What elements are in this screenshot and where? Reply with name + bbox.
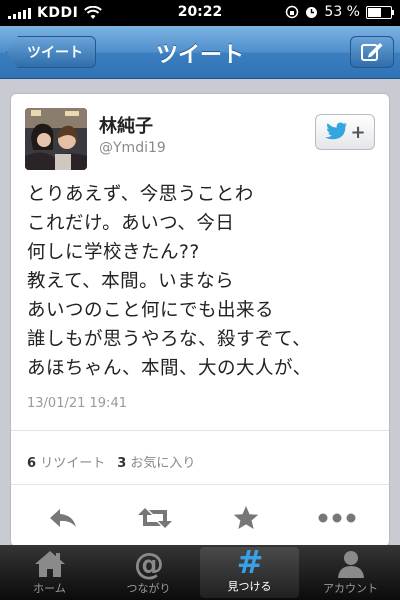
battery-percent: 53 % bbox=[324, 4, 360, 20]
tweet-line: 誰しもが思うやろな、殺すぞて、 bbox=[27, 329, 312, 350]
author-name[interactable]: 林純子 bbox=[99, 112, 153, 138]
divider bbox=[11, 430, 389, 431]
tweet-line: これだけ。あいつ、今日 bbox=[27, 213, 235, 234]
tab-connect[interactable]: @ つながり bbox=[99, 545, 198, 600]
battery-icon bbox=[366, 5, 394, 19]
tweet-card: 林純子 @Ymdi19 + とりあえず、今思うことわ これだけ。あいつ、今日 何… bbox=[10, 93, 390, 547]
back-button[interactable]: ツイート bbox=[6, 36, 96, 68]
author-handle[interactable]: @Ymdi19 bbox=[99, 140, 166, 156]
tweet-detail-area: 林純子 @Ymdi19 + とりあえず、今思うことわ これだけ。あいつ、今日 何… bbox=[0, 79, 400, 547]
alarm-icon bbox=[306, 6, 318, 18]
avatar[interactable] bbox=[25, 108, 87, 170]
follow-button[interactable]: + bbox=[315, 114, 375, 150]
tweet-line: あほちゃん、本間、大の大人が、 bbox=[27, 358, 312, 379]
tweet-line: 何しに学校きたん?? bbox=[27, 242, 200, 263]
tweet-timestamp: 13/01/21 19:41 bbox=[27, 396, 127, 411]
back-button-label: ツイート bbox=[27, 45, 83, 61]
battery-fill bbox=[368, 7, 381, 17]
favorite-label: お気に入り bbox=[130, 456, 196, 471]
retweet-stat[interactable]: 6 リツイート bbox=[27, 452, 105, 471]
tweet-stats: 6 リツイート 3 お気に入り bbox=[27, 452, 195, 471]
rotation-lock-icon bbox=[286, 5, 299, 19]
tab-home[interactable]: ホーム bbox=[0, 545, 99, 600]
tab-label: アカウント bbox=[323, 582, 378, 595]
tab-bar: ホーム @ つながり # 見つける アカウント bbox=[0, 545, 400, 600]
tab-label: ホーム bbox=[33, 582, 66, 595]
status-right: 53 % bbox=[285, 4, 394, 20]
tweet-text: とりあえず、今思うことわ これだけ。あいつ、今日 何しに学校きたん?? 教えて、… bbox=[27, 180, 377, 383]
tab-discover[interactable]: # 見つける bbox=[200, 546, 299, 598]
favorite-count: 3 bbox=[117, 456, 127, 471]
tweet-line: 教えて、本間。いまなら bbox=[27, 271, 235, 292]
more-button[interactable] bbox=[317, 500, 357, 536]
svg-text:#: # bbox=[236, 546, 263, 578]
star-icon bbox=[233, 506, 259, 529]
svg-text:@: @ bbox=[134, 548, 164, 580]
status-bar: KDDI 20:22 53 % bbox=[0, 0, 400, 26]
retweet-label: リツイート bbox=[40, 456, 106, 471]
retweet-button[interactable] bbox=[135, 500, 175, 536]
compose-button[interactable] bbox=[350, 36, 394, 68]
navigation-bar: ツイート ツイート bbox=[0, 26, 400, 79]
compose-icon bbox=[361, 43, 383, 61]
tweet-actions bbox=[11, 500, 389, 540]
hash-icon: # bbox=[234, 546, 266, 578]
tab-account[interactable]: アカウント bbox=[301, 545, 400, 600]
tab-label: 見つける bbox=[227, 580, 272, 593]
at-icon: @ bbox=[133, 548, 165, 580]
favorite-stat[interactable]: 3 お気に入り bbox=[117, 452, 195, 471]
retweet-count: 6 bbox=[27, 456, 37, 471]
home-icon bbox=[33, 548, 67, 580]
divider bbox=[11, 484, 389, 485]
reply-icon bbox=[50, 509, 76, 527]
retweet-icon bbox=[138, 508, 172, 528]
avatar-image bbox=[25, 108, 87, 170]
tweet-line: とりあえず、今思うことわ bbox=[27, 184, 254, 205]
tweet-line: あいつのこと何にでも出来る bbox=[27, 300, 275, 321]
person-icon bbox=[336, 548, 366, 580]
reply-button[interactable] bbox=[43, 500, 83, 536]
favorite-button[interactable] bbox=[226, 500, 266, 536]
follow-plus: + bbox=[350, 121, 366, 143]
twitter-bird-icon bbox=[325, 122, 348, 140]
more-icon bbox=[318, 513, 356, 523]
tab-label: つながり bbox=[126, 582, 171, 595]
